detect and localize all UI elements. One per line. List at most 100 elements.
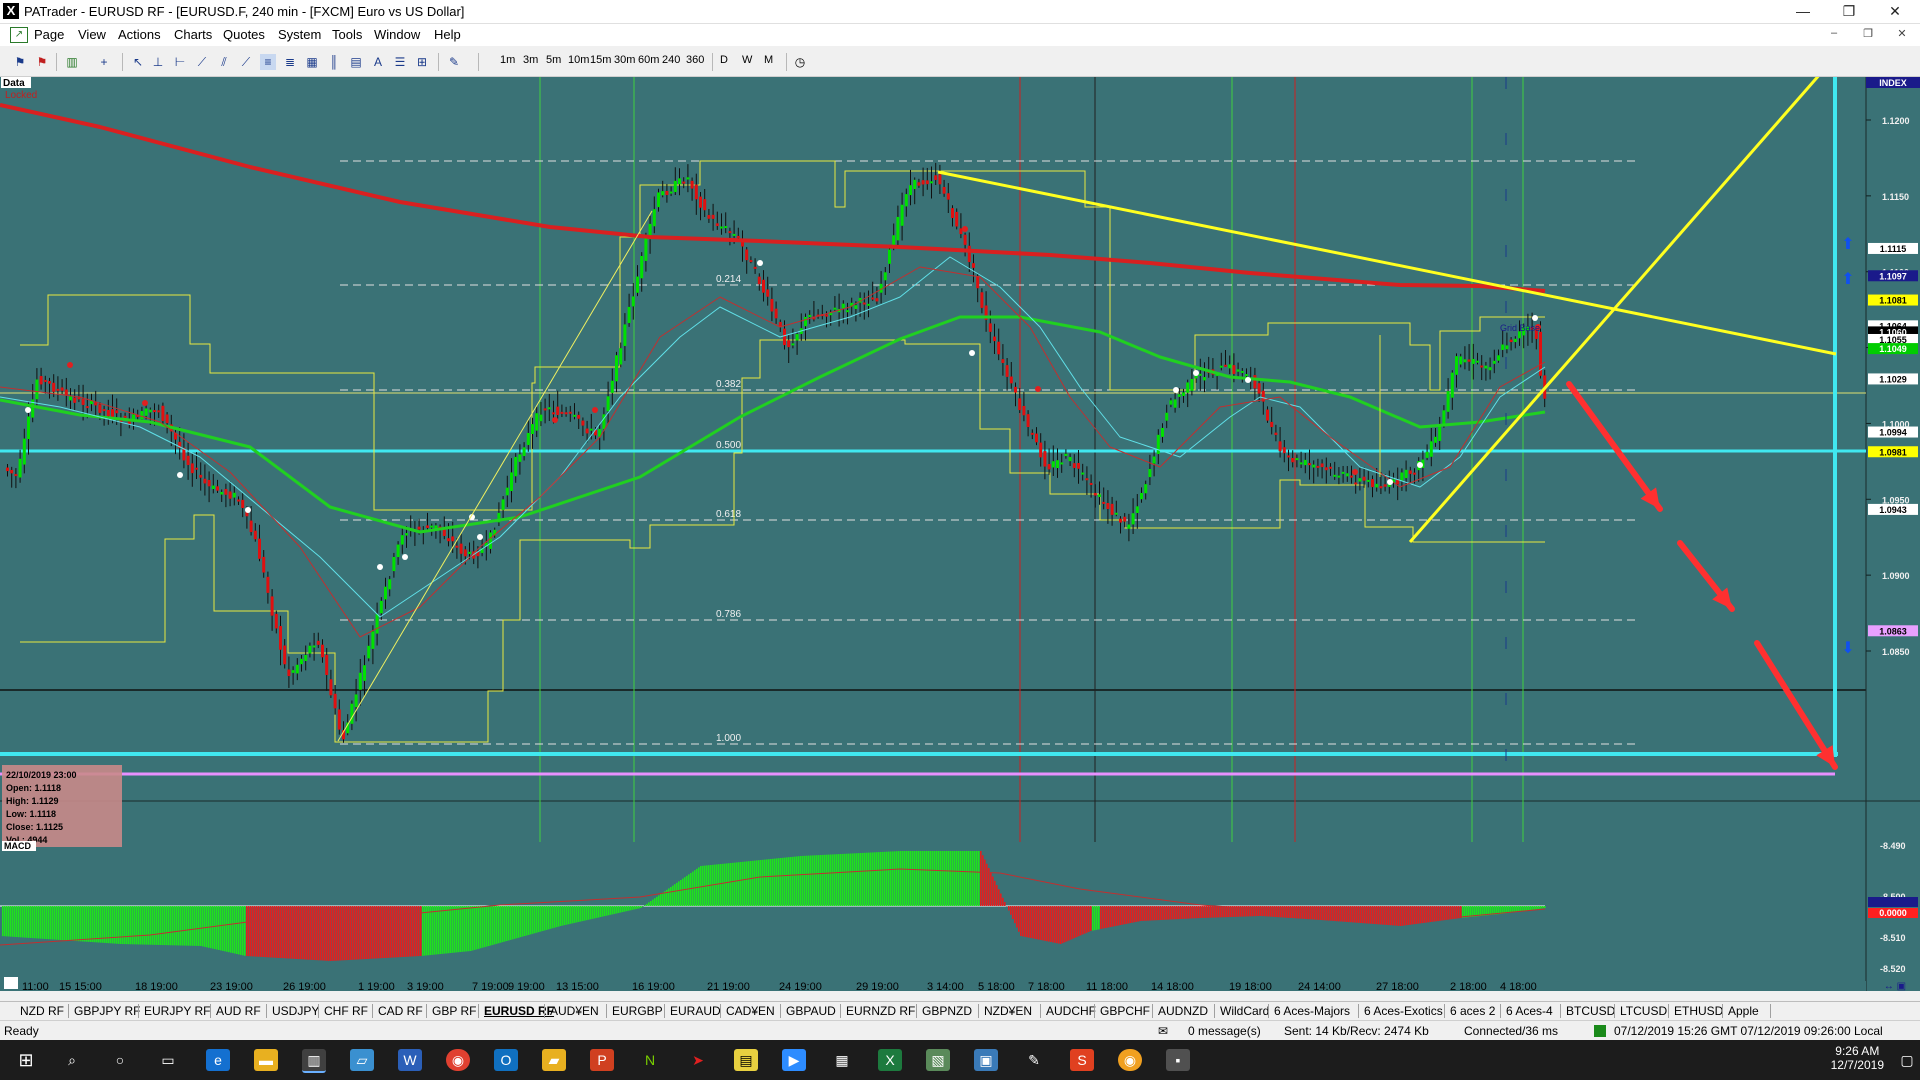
- status-messages[interactable]: 0 message(s): [1188, 1024, 1261, 1038]
- tab-gbpnzd[interactable]: GBPNZD: [922, 1004, 972, 1018]
- levels-icon[interactable]: ☰: [392, 54, 408, 70]
- cortana-icon[interactable]: ○: [108, 1049, 132, 1071]
- tf-weekly[interactable]: W: [742, 54, 752, 66]
- fib-retracement-icon[interactable]: ≡: [260, 54, 276, 70]
- task-view-icon[interactable]: ▭: [156, 1049, 180, 1071]
- tab-usdjpy[interactable]: USDJPY: [272, 1004, 319, 1018]
- close-button[interactable]: ✕: [1872, 0, 1918, 23]
- text-icon[interactable]: A: [370, 54, 386, 70]
- tab-6-aces-2[interactable]: 6 aces 2: [1450, 1004, 1495, 1018]
- connect-icon[interactable]: ⚑: [12, 54, 28, 70]
- menu-actions[interactable]: Actions: [118, 27, 161, 42]
- tf-monthly[interactable]: M: [764, 54, 773, 66]
- fib-extension-icon[interactable]: ≣: [282, 54, 298, 70]
- draw-tools-icon[interactable]: ✎: [446, 54, 462, 70]
- paint-icon[interactable]: ✎: [1022, 1049, 1046, 1071]
- tf-10m[interactable]: 10m: [568, 54, 589, 66]
- menu-help[interactable]: Help: [434, 27, 461, 42]
- tab-wildcard[interactable]: WildCard: [1220, 1004, 1269, 1018]
- n-app-icon[interactable]: N: [638, 1049, 662, 1071]
- tf-60m[interactable]: 60m: [638, 54, 659, 66]
- trend-line-icon[interactable]: ⟋: [194, 54, 210, 70]
- tf-daily[interactable]: D: [720, 54, 728, 66]
- tab-gbpjpy-rf[interactable]: GBPJPY RF: [74, 1004, 140, 1018]
- zoom-icon[interactable]: ▶: [782, 1049, 806, 1071]
- menu-page[interactable]: Page: [34, 27, 64, 42]
- powerpoint-icon[interactable]: P: [590, 1049, 614, 1071]
- scroll-left-handle[interactable]: [4, 977, 18, 989]
- gann-icon[interactable]: ▦: [304, 54, 320, 70]
- tab-euraud[interactable]: EURAUD: [670, 1004, 721, 1018]
- tab-ethusd[interactable]: ETHUSD: [1674, 1004, 1723, 1018]
- tab-nzd-en[interactable]: NZD¥EN: [984, 1004, 1032, 1018]
- crosshair-icon[interactable]: +: [96, 54, 112, 70]
- calculator-icon[interactable]: ▦: [830, 1049, 854, 1071]
- search-icon[interactable]: ⌕: [60, 1049, 84, 1071]
- minimize-button[interactable]: —: [1780, 0, 1826, 23]
- tab-6-aces-4[interactable]: 6 Aces-4: [1506, 1004, 1553, 1018]
- folder-icon[interactable]: ▰: [542, 1049, 566, 1071]
- tf-1m[interactable]: 1m: [500, 54, 515, 66]
- tab-chf-rf[interactable]: CHF RF: [324, 1004, 368, 1018]
- outlook-icon[interactable]: O: [494, 1049, 518, 1071]
- channel-icon[interactable]: ⫽: [216, 54, 232, 70]
- tab-6-aces-exotics[interactable]: 6 Aces-Exotics: [1364, 1004, 1443, 1018]
- maximize-button[interactable]: ❐: [1826, 0, 1872, 23]
- mdi-restore-button[interactable]: ❐: [1858, 27, 1878, 43]
- orange-app-icon[interactable]: ◉: [1118, 1049, 1142, 1071]
- menu-tools[interactable]: Tools: [332, 27, 362, 42]
- tab-nzd-rf[interactable]: NZD RF: [20, 1004, 64, 1018]
- tab-audnzd[interactable]: AUDNZD: [1158, 1004, 1208, 1018]
- menu-charts[interactable]: Charts: [174, 27, 212, 42]
- tf-360[interactable]: 360: [686, 54, 704, 66]
- tab-aud-en[interactable]: AUD¥EN: [550, 1004, 599, 1018]
- new-chart-icon[interactable]: ▥: [64, 54, 80, 70]
- bird-app-icon[interactable]: ➤: [686, 1049, 710, 1071]
- excel-icon[interactable]: X: [878, 1049, 902, 1071]
- cycle-lines-icon[interactable]: ║: [326, 54, 342, 70]
- tab-ltcusd[interactable]: LTCUSD: [1620, 1004, 1667, 1018]
- horizontal-line-icon[interactable]: ⊥: [150, 54, 166, 70]
- system-clock[interactable]: 9:26 AM 12/7/2019: [1831, 1044, 1884, 1072]
- tab-gbpchf[interactable]: GBPCHF: [1100, 1004, 1150, 1018]
- notes-app-icon[interactable]: ▤: [734, 1049, 758, 1071]
- vertical-line-icon[interactable]: ⊢: [172, 54, 188, 70]
- tab-audchf[interactable]: AUDCHF: [1046, 1004, 1096, 1018]
- tf-15m[interactable]: 15m: [590, 54, 611, 66]
- measure-icon[interactable]: ⊞: [414, 54, 430, 70]
- chart-doc-icon[interactable]: ↗: [10, 27, 28, 43]
- word-icon[interactable]: W: [398, 1049, 422, 1071]
- mdi-close-button[interactable]: ✕: [1892, 27, 1912, 43]
- tab-gbp-rf[interactable]: GBP RF: [432, 1004, 476, 1018]
- menu-window[interactable]: Window: [374, 27, 420, 42]
- tab-btcusd[interactable]: BTCUSD: [1566, 1004, 1615, 1018]
- tab-aud-rf[interactable]: AUD RF: [216, 1004, 261, 1018]
- tab-gbpaud[interactable]: GBPAUD: [786, 1004, 836, 1018]
- notes-icon[interactable]: ▱: [350, 1049, 374, 1071]
- tab-eurjpy-rf[interactable]: EURJPY RF: [144, 1004, 210, 1018]
- mdi-minimize-button[interactable]: –: [1824, 27, 1844, 43]
- disconnect-icon[interactable]: ⚑: [34, 54, 50, 70]
- tf-5m[interactable]: 5m: [546, 54, 561, 66]
- menu-system[interactable]: System: [278, 27, 321, 42]
- price-chart[interactable]: DataLocked INDEX 0.214 0.382 0.500 0.618 0.786…: [0, 77, 1920, 991]
- tab-eurnzd-rf[interactable]: EURNZD RF: [846, 1004, 915, 1018]
- message-icon[interactable]: ✉: [1158, 1024, 1168, 1038]
- pointer-icon[interactable]: ↖: [130, 54, 146, 70]
- menu-quotes[interactable]: Quotes: [223, 27, 265, 42]
- tab-6-aces-majors[interactable]: 6 Aces-Majors: [1274, 1004, 1350, 1018]
- misc-app-icon[interactable]: ▪: [1166, 1049, 1190, 1071]
- s-app-icon[interactable]: S: [1070, 1049, 1094, 1071]
- chrome-icon[interactable]: ◉: [446, 1049, 470, 1071]
- menu-view[interactable]: View: [78, 27, 106, 42]
- fan-icon[interactable]: ⟋: [238, 54, 254, 70]
- tf-240[interactable]: 240: [662, 54, 680, 66]
- notification-icon[interactable]: ▢: [1898, 1049, 1916, 1071]
- clock-icon[interactable]: ◷: [792, 54, 808, 70]
- tab-apple[interactable]: Apple: [1728, 1004, 1759, 1018]
- patrader-icon[interactable]: ▥: [302, 1049, 326, 1073]
- start-icon[interactable]: ⊞: [14, 1049, 38, 1071]
- window-app-icon[interactable]: ▣: [974, 1049, 998, 1071]
- tab-cad-en[interactable]: CAD¥EN: [726, 1004, 775, 1018]
- tf-3m[interactable]: 3m: [523, 54, 538, 66]
